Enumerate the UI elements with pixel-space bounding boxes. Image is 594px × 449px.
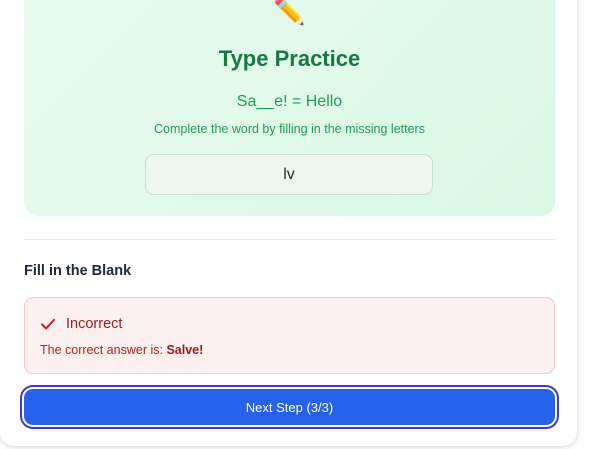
feedback-header: Incorrect <box>39 315 122 333</box>
feedback-prefix: The correct answer is: <box>40 343 167 357</box>
check-icon <box>41 318 55 330</box>
divider <box>24 239 555 240</box>
feedback-box: Incorrect The correct answer is: Salve! <box>24 297 555 374</box>
feedback-status: Incorrect <box>66 316 123 332</box>
type-practice-panel: ✏️ Type Practice Sa__e! = Hello Complete… <box>24 0 555 216</box>
pencil-icon: ✏️ <box>273 0 306 26</box>
practice-title: Type Practice <box>218 46 361 71</box>
correct-answer: Salve! <box>166 343 204 357</box>
answer-input[interactable] <box>145 154 433 195</box>
practice-prompt: Sa__e! = Hello <box>236 93 343 110</box>
practice-hint: Complete the word by filling in the miss… <box>154 122 425 136</box>
next-step-button[interactable]: Next Step (3/3) <box>24 389 555 425</box>
feedback-message: The correct answer is: Salve! <box>40 343 203 357</box>
section-title: Fill in the Blank <box>24 263 132 279</box>
